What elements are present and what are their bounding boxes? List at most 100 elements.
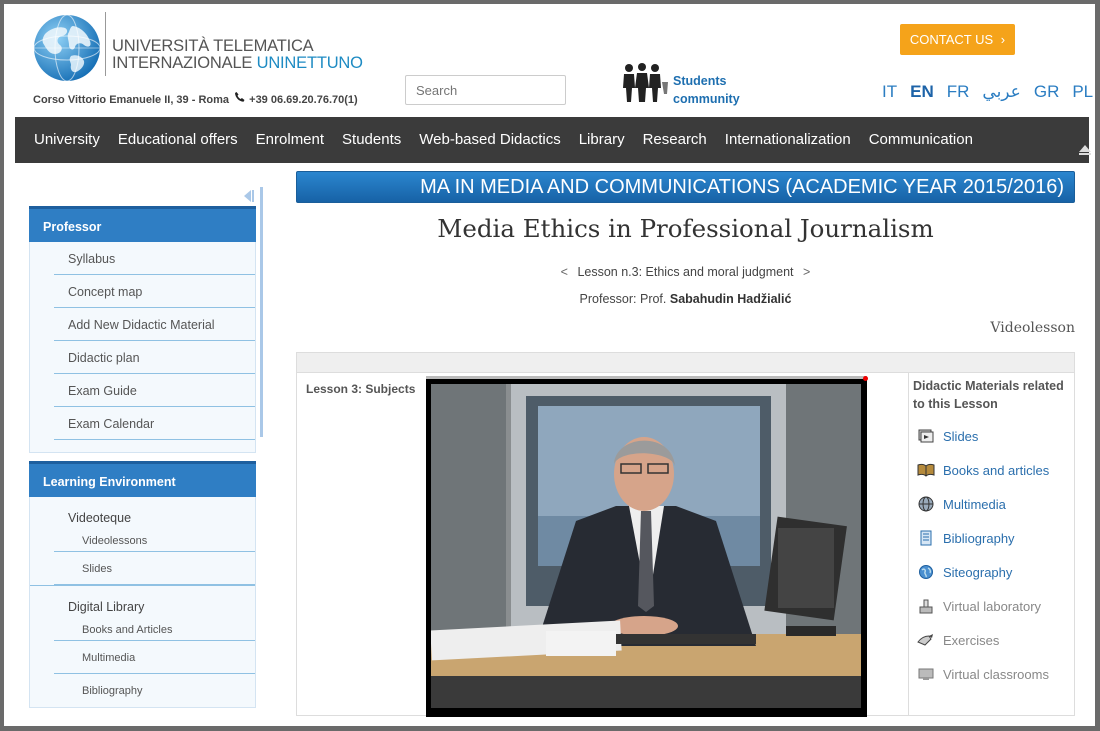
sidebar-professor-box: Syllabus Concept map Add New Didactic Ma… (29, 242, 256, 453)
sidebar-group-videoteque[interactable]: Videoteque (54, 497, 255, 530)
lang-gr[interactable]: GR (1034, 82, 1060, 101)
material-virtual-classrooms-label: Virtual classrooms (943, 666, 1049, 682)
material-books-label: Books and articles (943, 462, 1050, 478)
didactic-materials-panel: Didactic Materials related to this Lesso… (908, 373, 1075, 716)
collapse-sidebar-icon[interactable] (244, 190, 251, 202)
sidebar-header-professor[interactable]: Professor (29, 206, 256, 242)
didactic-materials-title: Didactic Materials related to this Lesso… (913, 379, 1064, 411)
material-multimedia-link[interactable]: Multimedia (917, 487, 1049, 521)
lang-en[interactable]: EN (910, 82, 934, 101)
sidebar-scrollbar[interactable] (260, 187, 263, 437)
sidebar-header-learning-environment[interactable]: Learning Environment (29, 461, 256, 497)
material-siteography-label: Siteography (943, 564, 1013, 580)
lesson-subjects[interactable]: Lesson 3: Subjects (306, 382, 415, 396)
students-community-link[interactable]: Students community (618, 62, 748, 108)
logo-divider (105, 12, 106, 76)
classroom-icon (918, 668, 934, 680)
material-exercises-label: Exercises (943, 632, 1000, 648)
sidebar-item-books-articles[interactable]: Books and Articles (54, 619, 255, 641)
page: UNIVERSITÀ TELEMATICA INTERNAZIONALE UNI… (4, 4, 1095, 726)
book-icon (917, 463, 935, 477)
contact-us-label: CONTACT US (909, 32, 994, 47)
sidebar-item-multimedia[interactable]: Multimedia (54, 641, 255, 674)
lang-fr[interactable]: FR (947, 82, 970, 101)
community-line2: community (673, 92, 740, 106)
nav-students[interactable]: Students (342, 117, 401, 163)
videolesson-label: Videolesson (990, 320, 1075, 336)
phone-icon (235, 92, 245, 102)
didactic-materials-list: Slides Books and articles Multimedia Bib… (917, 419, 1049, 691)
nav-enrolment[interactable]: Enrolment (256, 117, 324, 163)
material-exercises-link[interactable]: Exercises (917, 623, 1049, 657)
scroll-top-icon[interactable] (1079, 145, 1091, 152)
video-progress-handle[interactable] (863, 376, 868, 381)
bibliography-icon (920, 530, 932, 546)
chevron-right-icon: › (1000, 32, 1006, 47)
lesson-navigator: < Lesson n.3: Ethics and moral judgment … (296, 265, 1075, 279)
material-virtual-lab-link[interactable]: Virtual laboratory (917, 589, 1049, 623)
scroll-top-bar (1079, 153, 1091, 155)
main-nav: University Educational offers Enrolment … (15, 117, 1091, 163)
sidebar-item-add-didactic-material[interactable]: Add New Didactic Material (54, 308, 255, 341)
sidebar-item-syllabus[interactable]: Syllabus (54, 242, 255, 275)
phone-number: +39 06.69.20.76.70(1) (249, 94, 358, 106)
sidebar-group-digital-library[interactable]: Digital Library (54, 586, 255, 619)
collapse-sidebar-bar (252, 190, 254, 202)
university-name-line1: UNIVERSITÀ TELEMATICA (112, 37, 314, 55)
university-name[interactable]: UNIVERSITÀ TELEMATICA INTERNAZIONALE UNI… (112, 38, 363, 72)
video-player[interactable] (426, 376, 867, 717)
next-lesson-button[interactable]: > (803, 265, 810, 279)
course-banner[interactable]: MA IN MEDIA AND COMMUNICATIONS (ACADEMIC… (296, 171, 1075, 203)
siteography-icon (919, 565, 933, 579)
material-bibliography-label: Bibliography (943, 530, 1015, 546)
nav-university[interactable]: University (34, 117, 100, 163)
material-books-link[interactable]: Books and articles (917, 453, 1049, 487)
university-name-line2: INTERNAZIONALE UNINETTUNO (112, 55, 363, 72)
lang-it[interactable]: IT (882, 82, 897, 101)
sidebar: Professor Syllabus Concept map Add New D… (29, 206, 256, 708)
nav-communication[interactable]: Communication (869, 117, 973, 163)
page-title: Media Ethics in Professional Journalism (437, 214, 934, 243)
address-text: Corso Vittorio Emanuele II, 39 - Roma (33, 94, 230, 106)
language-switcher: IT EN FR عربي GR PL (882, 82, 1095, 102)
nav-web-based-didactics[interactable]: Web-based Didactics (419, 117, 560, 163)
sidebar-learning-box: Videoteque Videolessons Slides Digital L… (29, 497, 256, 708)
material-slides-label: Slides (943, 428, 979, 444)
video-progress-bar[interactable] (426, 376, 867, 379)
sidebar-item-exam-calendar[interactable]: Exam Calendar (54, 407, 255, 440)
sidebar-item-bibliography[interactable]: Bibliography (54, 674, 255, 707)
prev-lesson-button[interactable]: < (561, 265, 568, 279)
nav-internationalization[interactable]: Internationalization (725, 117, 851, 163)
globe-logo-icon[interactable] (31, 12, 103, 84)
sidebar-item-slides[interactable]: Slides (54, 552, 255, 585)
globe-icon (918, 496, 934, 512)
contact-us-button[interactable]: CONTACT US › (900, 24, 1015, 55)
panel-top-bar (297, 353, 1074, 373)
nav-library[interactable]: Library (579, 117, 625, 163)
search-input[interactable] (405, 75, 566, 105)
lang-ar[interactable]: عربي (982, 82, 1020, 101)
material-virtual-classrooms-link[interactable]: Virtual classrooms (917, 657, 1049, 691)
material-siteography-link[interactable]: Siteography (917, 555, 1049, 589)
sidebar-item-exam-guide[interactable]: Exam Guide (54, 374, 255, 407)
sidebar-item-didactic-plan[interactable]: Didactic plan (54, 341, 255, 374)
lang-pl[interactable]: PL (1072, 82, 1093, 101)
nav-research[interactable]: Research (643, 117, 707, 163)
students-community-icon (623, 63, 668, 102)
sidebar-item-concept-map[interactable]: Concept map (54, 275, 255, 308)
lab-icon (919, 599, 933, 614)
video-frame-lecturer (426, 376, 867, 717)
nav-educational-offers[interactable]: Educational offers (118, 117, 238, 163)
lesson-label: Lesson n.3: Ethics and moral judgment (577, 265, 794, 279)
professor-prefix: Professor: Prof. (579, 292, 667, 306)
professor-name: Sabahudin Hadžialić (669, 292, 792, 306)
material-virtual-lab-label: Virtual laboratory (943, 598, 1042, 614)
professor-line: Professor: Prof. Sabahudin Hadžialić (296, 292, 1075, 306)
material-slides-link[interactable]: Slides (917, 419, 1049, 453)
material-bibliography-link[interactable]: Bibliography (917, 521, 1049, 555)
sidebar-item-videolessons[interactable]: Videolessons (54, 530, 255, 552)
material-multimedia-label: Multimedia (943, 496, 1006, 512)
community-line1: Students (673, 74, 727, 88)
lesson-panel: Lesson 3: Subjects Didactic Materials re… (296, 352, 1075, 717)
university-name-part: INTERNAZIONALE (112, 54, 257, 72)
